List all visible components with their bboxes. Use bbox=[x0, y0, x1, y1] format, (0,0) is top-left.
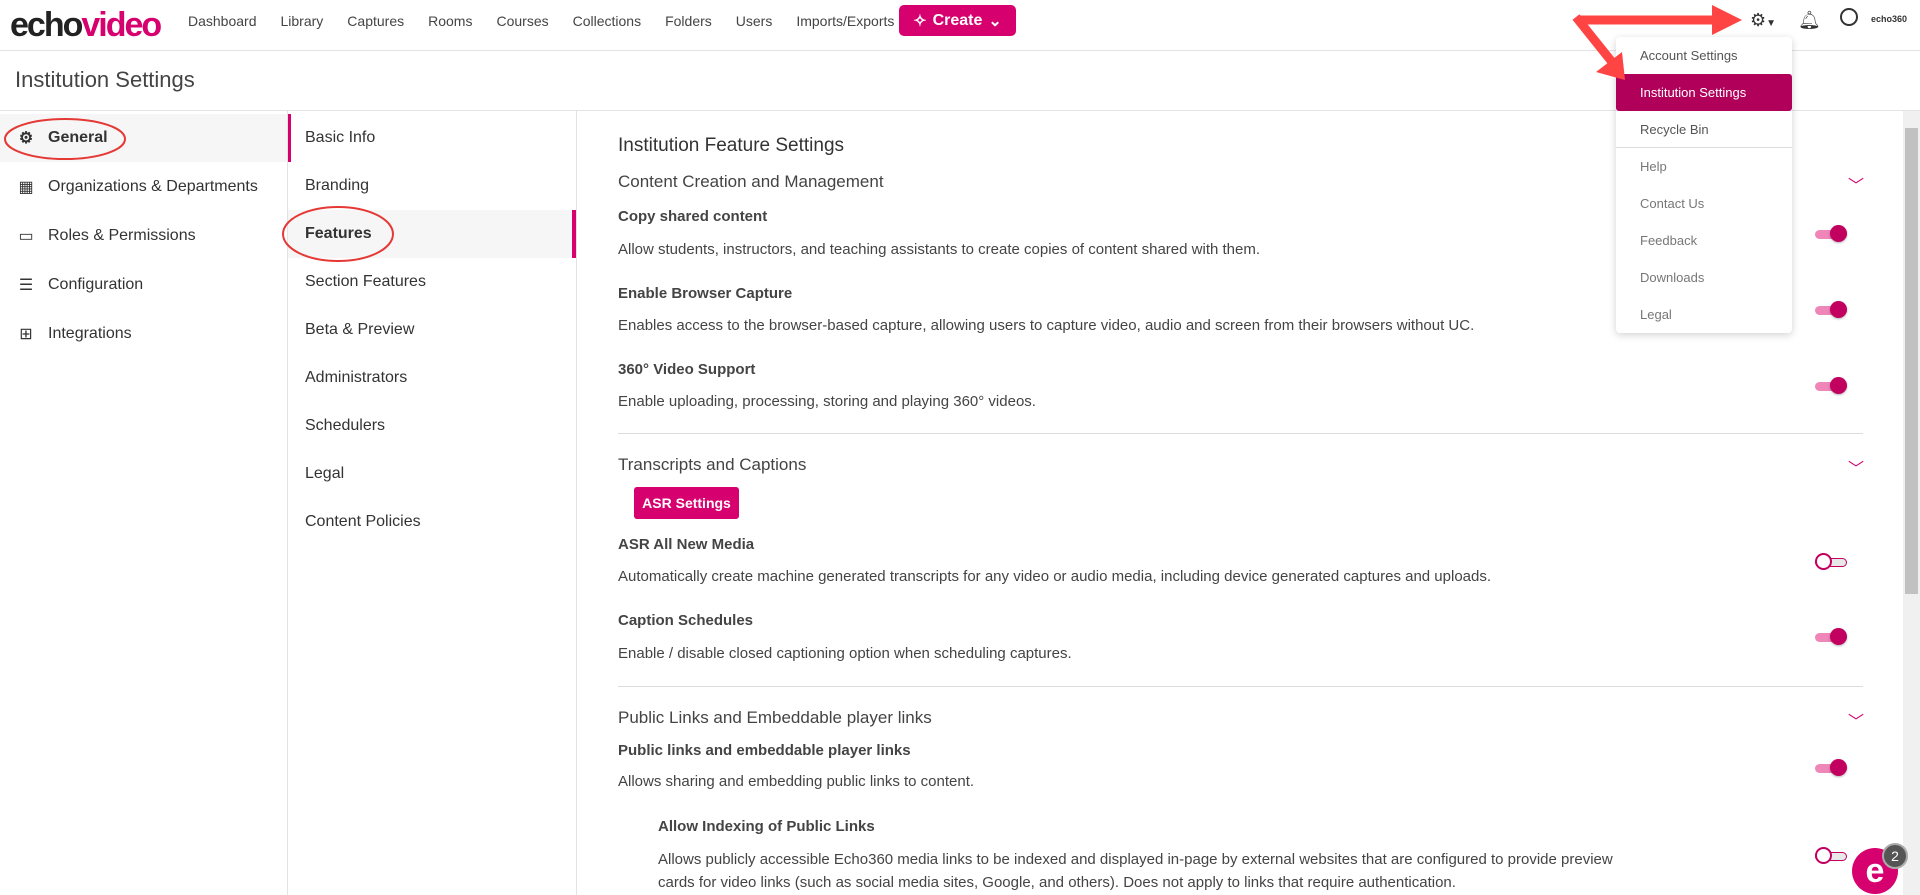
asr-all-new-media-toggle[interactable] bbox=[1815, 553, 1847, 570]
section-title: Transcripts and Captions bbox=[618, 455, 807, 474]
setting-label: Public links and embeddable player links bbox=[618, 742, 911, 759]
echo360-logo: echo360 bbox=[1871, 14, 1908, 24]
setting-label: ASR All New Media bbox=[618, 536, 755, 553]
subnav-administrators[interactable]: Administrators bbox=[288, 354, 576, 402]
magic-wand-icon: ✧ bbox=[913, 12, 927, 30]
general-subnav: Basic Info Branding Features Section Fea… bbox=[288, 111, 577, 895]
setting-description: cards for video links (such as social me… bbox=[658, 874, 1456, 891]
chevron-down-icon[interactable]: ﹀ bbox=[1848, 172, 1864, 195]
sidebar-item-integrations[interactable]: ⊞ Integrations bbox=[0, 310, 287, 358]
copy-shared-content-toggle[interactable] bbox=[1815, 225, 1847, 242]
menu-account-settings[interactable]: Account Settings bbox=[1616, 37, 1792, 74]
setting-label: Enable Browser Capture bbox=[618, 285, 793, 302]
sidebar-item-general[interactable]: ⚙ General bbox=[0, 114, 287, 162]
section-title: Public Links and Embeddable player links bbox=[618, 708, 932, 727]
gear-icon: ⚙ bbox=[18, 130, 34, 147]
allow-indexing-toggle[interactable] bbox=[1815, 847, 1847, 864]
setting-label: Copy shared content bbox=[618, 208, 768, 225]
sidebar-item-configuration[interactable]: ☰ Configuration bbox=[0, 261, 287, 309]
menu-legal[interactable]: Legal bbox=[1616, 296, 1792, 333]
id-card-icon: ▭ bbox=[18, 228, 34, 245]
echovideo-logo[interactable]: echovideo bbox=[10, 6, 162, 45]
nav-captures[interactable]: Captures bbox=[347, 13, 404, 29]
create-button[interactable]: ✧ Create ⌄ bbox=[899, 5, 1016, 36]
building-icon: ▦ bbox=[18, 179, 34, 196]
settings-dropdown-menu: Account Settings Institution Settings Re… bbox=[1616, 37, 1792, 333]
menu-institution-settings[interactable]: Institution Settings bbox=[1616, 74, 1792, 111]
scrollbar-thumb[interactable] bbox=[1905, 128, 1918, 594]
menu-contact-us[interactable]: Contact Us bbox=[1616, 185, 1792, 222]
subnav-schedulers[interactable]: Schedulers bbox=[288, 402, 576, 450]
bell-icon[interactable]: 🔔︎ bbox=[1798, 10, 1821, 31]
nav-imports-exports[interactable]: Imports/Exports bbox=[796, 13, 894, 29]
notification-badge: 2 bbox=[1882, 843, 1908, 869]
setting-label: Allow Indexing of Public Links bbox=[658, 818, 875, 835]
nav-collections[interactable]: Collections bbox=[573, 13, 641, 29]
nav-rooms[interactable]: Rooms bbox=[428, 13, 472, 29]
menu-recycle-bin[interactable]: Recycle Bin bbox=[1616, 111, 1792, 148]
public-links-toggle[interactable] bbox=[1815, 759, 1847, 776]
subnav-branding[interactable]: Branding bbox=[288, 162, 576, 210]
chevron-down-icon: ⌄ bbox=[988, 12, 1002, 30]
setting-label: 360° Video Support bbox=[618, 361, 756, 378]
chevron-down-icon[interactable]: ﹀ bbox=[1848, 708, 1864, 731]
chevron-down-icon[interactable]: ﹀ bbox=[1848, 455, 1864, 478]
setting-description: Enables access to the browser-based capt… bbox=[618, 317, 1475, 334]
subnav-legal[interactable]: Legal bbox=[288, 450, 576, 498]
caption-schedules-toggle[interactable] bbox=[1815, 628, 1847, 645]
sliders-icon: ☰ bbox=[18, 277, 34, 294]
page-title: Institution Settings bbox=[15, 67, 195, 92]
360-video-toggle[interactable] bbox=[1815, 377, 1847, 394]
menu-downloads[interactable]: Downloads bbox=[1616, 259, 1792, 296]
subnav-section-features[interactable]: Section Features bbox=[288, 258, 576, 306]
setting-description: Enable uploading, processing, storing an… bbox=[618, 393, 1036, 410]
panel-title: Institution Feature Settings bbox=[618, 135, 845, 156]
menu-help[interactable]: Help bbox=[1616, 148, 1792, 185]
nav-library[interactable]: Library bbox=[281, 13, 324, 29]
nav-users[interactable]: Users bbox=[736, 13, 773, 29]
browser-capture-toggle[interactable] bbox=[1815, 301, 1847, 318]
nav-folders[interactable]: Folders bbox=[665, 13, 712, 29]
user-circle-icon[interactable] bbox=[1840, 8, 1858, 26]
divider bbox=[618, 686, 1863, 687]
network-icon: ⊞ bbox=[19, 326, 33, 343]
nav-courses[interactable]: Courses bbox=[496, 13, 548, 29]
section-title: Content Creation and Management bbox=[618, 172, 884, 191]
main-nav: Dashboard Library Captures Rooms Courses… bbox=[188, 0, 918, 42]
sidebar-item-roles[interactable]: ▭ Roles & Permissions bbox=[0, 212, 287, 260]
settings-sidebar: ⚙ General ▦ Organizations & Departments ▭ R… bbox=[0, 111, 288, 895]
gear-icon[interactable]: ⚙▼ bbox=[1750, 10, 1776, 31]
setting-description: Allows sharing and embedding public link… bbox=[618, 773, 975, 790]
menu-feedback[interactable]: Feedback bbox=[1616, 222, 1792, 259]
setting-description: Enable / disable closed captioning optio… bbox=[618, 645, 1072, 662]
setting-description: Allows publicly accessible Echo360 media… bbox=[658, 851, 1613, 868]
setting-description: Automatically create machine generated t… bbox=[618, 568, 1492, 585]
setting-description: Allow students, instructors, and teachin… bbox=[618, 241, 1261, 258]
sidebar-item-organizations[interactable]: ▦ Organizations & Departments bbox=[0, 163, 287, 211]
setting-label: Caption Schedules bbox=[618, 612, 754, 629]
nav-dashboard[interactable]: Dashboard bbox=[188, 13, 257, 29]
subnav-content-policies[interactable]: Content Policies bbox=[288, 498, 576, 546]
subnav-basic-info[interactable]: Basic Info bbox=[288, 114, 576, 162]
divider bbox=[618, 433, 1863, 434]
subnav-beta-preview[interactable]: Beta & Preview bbox=[288, 306, 576, 354]
asr-settings-button[interactable]: ASR Settings bbox=[634, 487, 739, 519]
subnav-features[interactable]: Features bbox=[288, 210, 576, 258]
